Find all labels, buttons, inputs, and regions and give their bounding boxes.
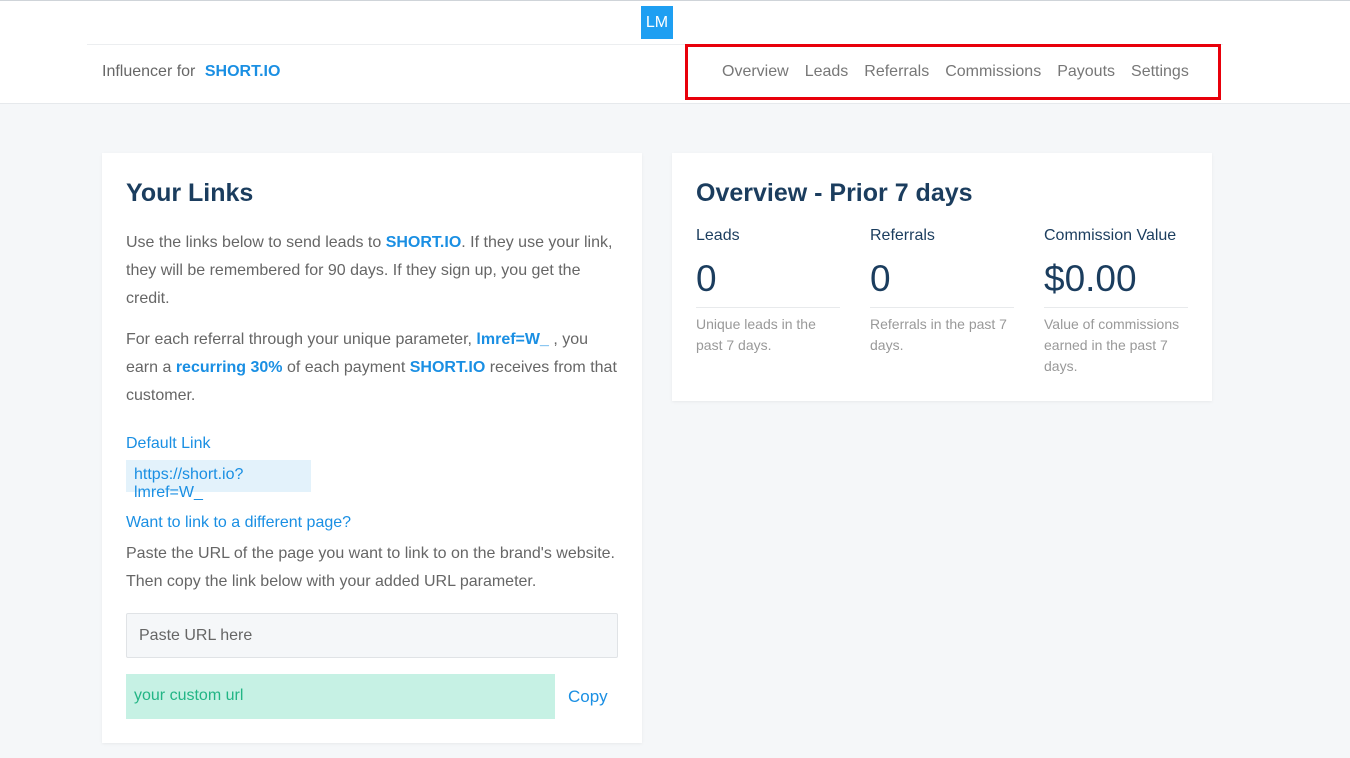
default-link-label: Default Link	[126, 435, 211, 452]
nav-payouts[interactable]: Payouts	[1057, 63, 1115, 81]
brand-name: SHORT.IO	[204, 63, 281, 80]
different-page-link[interactable]: Want to link to a different page?	[126, 514, 351, 532]
stat-commission-value: $0.00	[1044, 258, 1188, 308]
nav-referrals[interactable]: Referrals	[864, 63, 929, 81]
stat-referrals-label: Referrals	[870, 227, 935, 244]
stat-commission: Commission Value $0.00 Value of commissi…	[1044, 227, 1188, 377]
stat-commission-desc: Value of commissions earned in the past …	[1044, 316, 1180, 374]
copy-button[interactable]: Copy	[568, 687, 608, 707]
nav-settings[interactable]: Settings	[1131, 63, 1189, 81]
your-links-card: Your Links Use the links below to send l…	[102, 153, 642, 743]
brand-prefix: Influencer for	[102, 63, 196, 80]
different-page-text: Paste the URL of the page you want to li…	[126, 545, 615, 590]
stat-referrals: Referrals 0 Referrals in the past 7 days…	[870, 227, 1014, 356]
referral-param: lmref=W_	[476, 331, 549, 348]
stat-referrals-value: 0	[870, 258, 1014, 308]
overview-title: Overview - Prior 7 days	[696, 179, 973, 207]
stat-leads-label: Leads	[696, 227, 740, 244]
brand-line: Influencer for SHORT.IO	[102, 63, 280, 81]
top-bar: LM Influencer for SHORT.IO Overview Lead…	[0, 0, 1350, 104]
stat-leads: Leads 0 Unique leads in the past 7 days.	[696, 227, 840, 356]
referral-text: For each referral through your unique pa…	[126, 326, 620, 410]
default-link-value[interactable]: https://short.io?lmref=W_	[126, 460, 311, 501]
nav-leads[interactable]: Leads	[805, 63, 849, 81]
stat-leads-value: 0	[696, 258, 840, 308]
nav-overview[interactable]: Overview	[722, 63, 789, 81]
overview-card: Overview - Prior 7 days Leads 0 Unique l…	[672, 153, 1212, 401]
intro-text-part1: Use the links below to send leads to	[126, 234, 386, 251]
user-avatar[interactable]: LM	[641, 6, 673, 39]
custom-url-output[interactable]: your custom url	[126, 674, 555, 719]
nav-commissions[interactable]: Commissions	[945, 63, 1041, 81]
stat-leads-desc: Unique leads in the past 7 days.	[696, 316, 816, 353]
main-nav: Overview Leads Referrals Commissions Pay…	[722, 63, 1189, 81]
stat-commission-label: Commission Value	[1044, 227, 1177, 244]
intro-brand: SHORT.IO	[385, 234, 462, 251]
referral-rate: recurring 30%	[175, 359, 283, 376]
referral-text-part1: For each referral through your unique pa…	[126, 331, 477, 348]
paste-url-input[interactable]	[126, 613, 618, 658]
stat-referrals-desc: Referrals in the past 7 days.	[870, 316, 1007, 353]
intro-text: Use the links below to send leads to SHO…	[126, 229, 620, 313]
referral-text-part3: of each payment	[282, 359, 410, 376]
your-links-title: Your Links	[126, 179, 254, 207]
referral-brand: SHORT.IO	[409, 359, 486, 376]
